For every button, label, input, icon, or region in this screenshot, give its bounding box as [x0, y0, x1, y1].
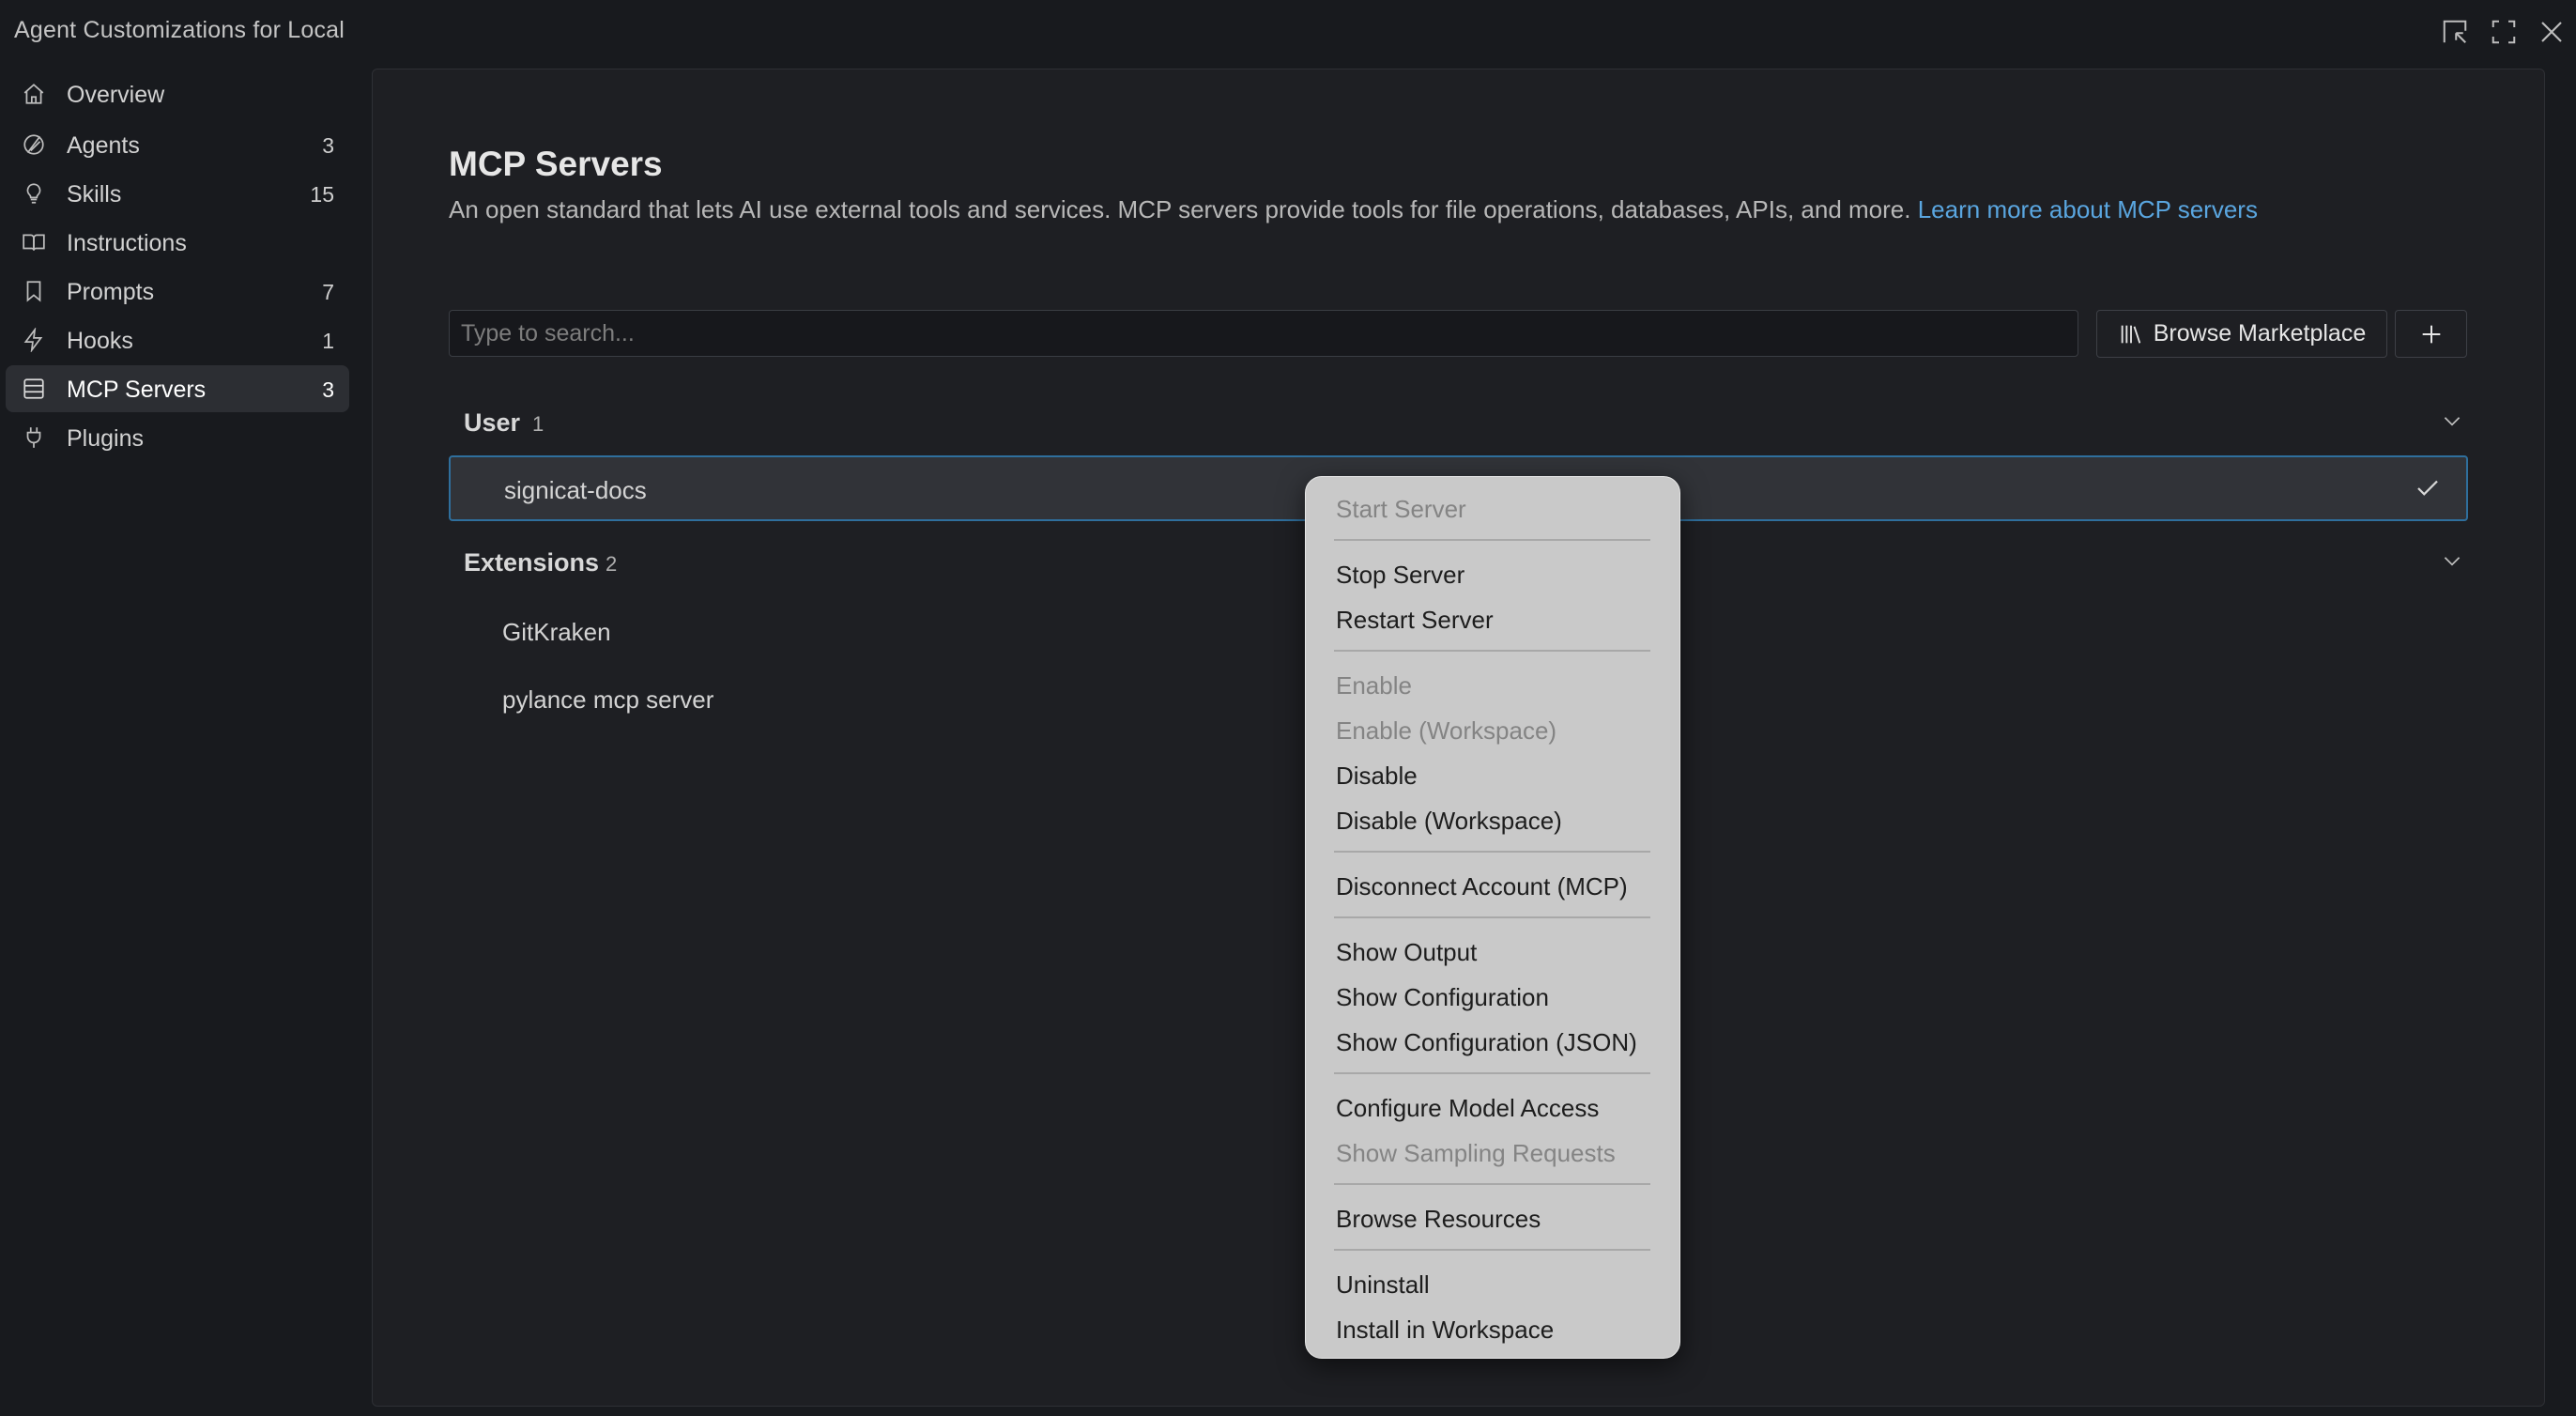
menu-separator — [1334, 1072, 1650, 1074]
book-icon — [21, 229, 47, 255]
menu-item-restart-server[interactable]: Restart Server — [1336, 606, 1494, 635]
bookmark-icon — [21, 278, 47, 304]
chevron-down-icon — [2440, 548, 2466, 575]
menu-item-enable: Enable — [1336, 671, 1412, 700]
library-icon — [2121, 325, 2140, 344]
menu-item-show-configuration[interactable]: Show Configuration — [1336, 983, 1549, 1012]
app-window: Agent Customizations for Local Overview — [0, 0, 2576, 1416]
menu-item-disable[interactable]: Disable — [1336, 762, 1418, 791]
menu-separator — [1334, 1249, 1650, 1251]
maximize-icon[interactable] — [2487, 15, 2521, 49]
lightning-icon — [21, 327, 47, 353]
check-icon — [2414, 474, 2444, 504]
menu-item-stop-server[interactable]: Stop Server — [1336, 561, 1464, 590]
menu-separator — [1334, 916, 1650, 918]
learn-more-link[interactable]: Learn more about MCP servers — [1918, 195, 2258, 223]
menu-item-disable-workspace[interactable]: Disable (Workspace) — [1336, 807, 1562, 836]
home-icon — [21, 81, 47, 107]
browse-marketplace-button[interactable]: Browse Marketplace — [2096, 310, 2387, 358]
window-title: Agent Customizations for Local — [14, 17, 345, 43]
sidebar-item-hooks[interactable]: Hooks 1 — [6, 316, 349, 363]
menu-separator — [1334, 539, 1650, 541]
menu-separator — [1334, 650, 1650, 652]
pin-icon[interactable] — [2438, 15, 2472, 49]
section-header-user[interactable]: User 1 — [464, 403, 2466, 440]
context-menu: Start Server Stop Server Restart Server … — [1305, 476, 1680, 1359]
menu-item-install-in-workspace[interactable]: Install in Workspace — [1336, 1316, 1554, 1345]
menu-separator — [1334, 851, 1650, 853]
sidebar-item-overview[interactable]: Overview — [6, 70, 349, 117]
menu-item-uninstall[interactable]: Uninstall — [1336, 1270, 1430, 1300]
menu-item-enable-workspace: Enable (Workspace) — [1336, 716, 1557, 745]
sidebar-item-agents[interactable]: Agents 3 — [6, 121, 349, 168]
sidebar-item-instructions[interactable]: Instructions — [6, 219, 349, 266]
sidebar-item-skills[interactable]: Skills 15 — [6, 170, 349, 217]
search-input[interactable] — [449, 310, 2078, 357]
menu-item-configure-model-access[interactable]: Configure Model Access — [1336, 1094, 1599, 1123]
menu-item-show-output[interactable]: Show Output — [1336, 938, 1477, 967]
page-description: An open standard that lets AI use extern… — [449, 195, 2258, 223]
title-bar: Agent Customizations for Local — [0, 0, 2576, 64]
add-server-button[interactable] — [2395, 310, 2467, 358]
page-title: MCP Servers — [449, 145, 663, 183]
menu-item-browse-resources[interactable]: Browse Resources — [1336, 1205, 1541, 1234]
sidebar-item-mcp-servers[interactable]: MCP Servers 3 — [6, 365, 349, 412]
menu-item-show-configuration-json[interactable]: Show Configuration (JSON) — [1336, 1028, 1637, 1057]
agent-icon — [21, 131, 47, 158]
menu-item-start-server: Start Server — [1336, 495, 1466, 523]
plus-icon — [2422, 325, 2440, 343]
menu-item-show-sampling-requests: Show Sampling Requests — [1336, 1139, 1616, 1167]
server-icon — [21, 376, 47, 402]
menu-item-disconnect-account[interactable]: Disconnect Account (MCP) — [1336, 872, 1628, 901]
sidebar-item-prompts[interactable]: Prompts 7 — [6, 268, 349, 315]
sidebar-item-plugins[interactable]: Plugins — [6, 414, 349, 461]
chevron-down-icon — [2440, 408, 2466, 435]
lightbulb-icon — [21, 180, 47, 207]
plug-icon — [21, 424, 47, 451]
menu-separator — [1334, 1183, 1650, 1185]
close-icon[interactable] — [2535, 15, 2568, 49]
